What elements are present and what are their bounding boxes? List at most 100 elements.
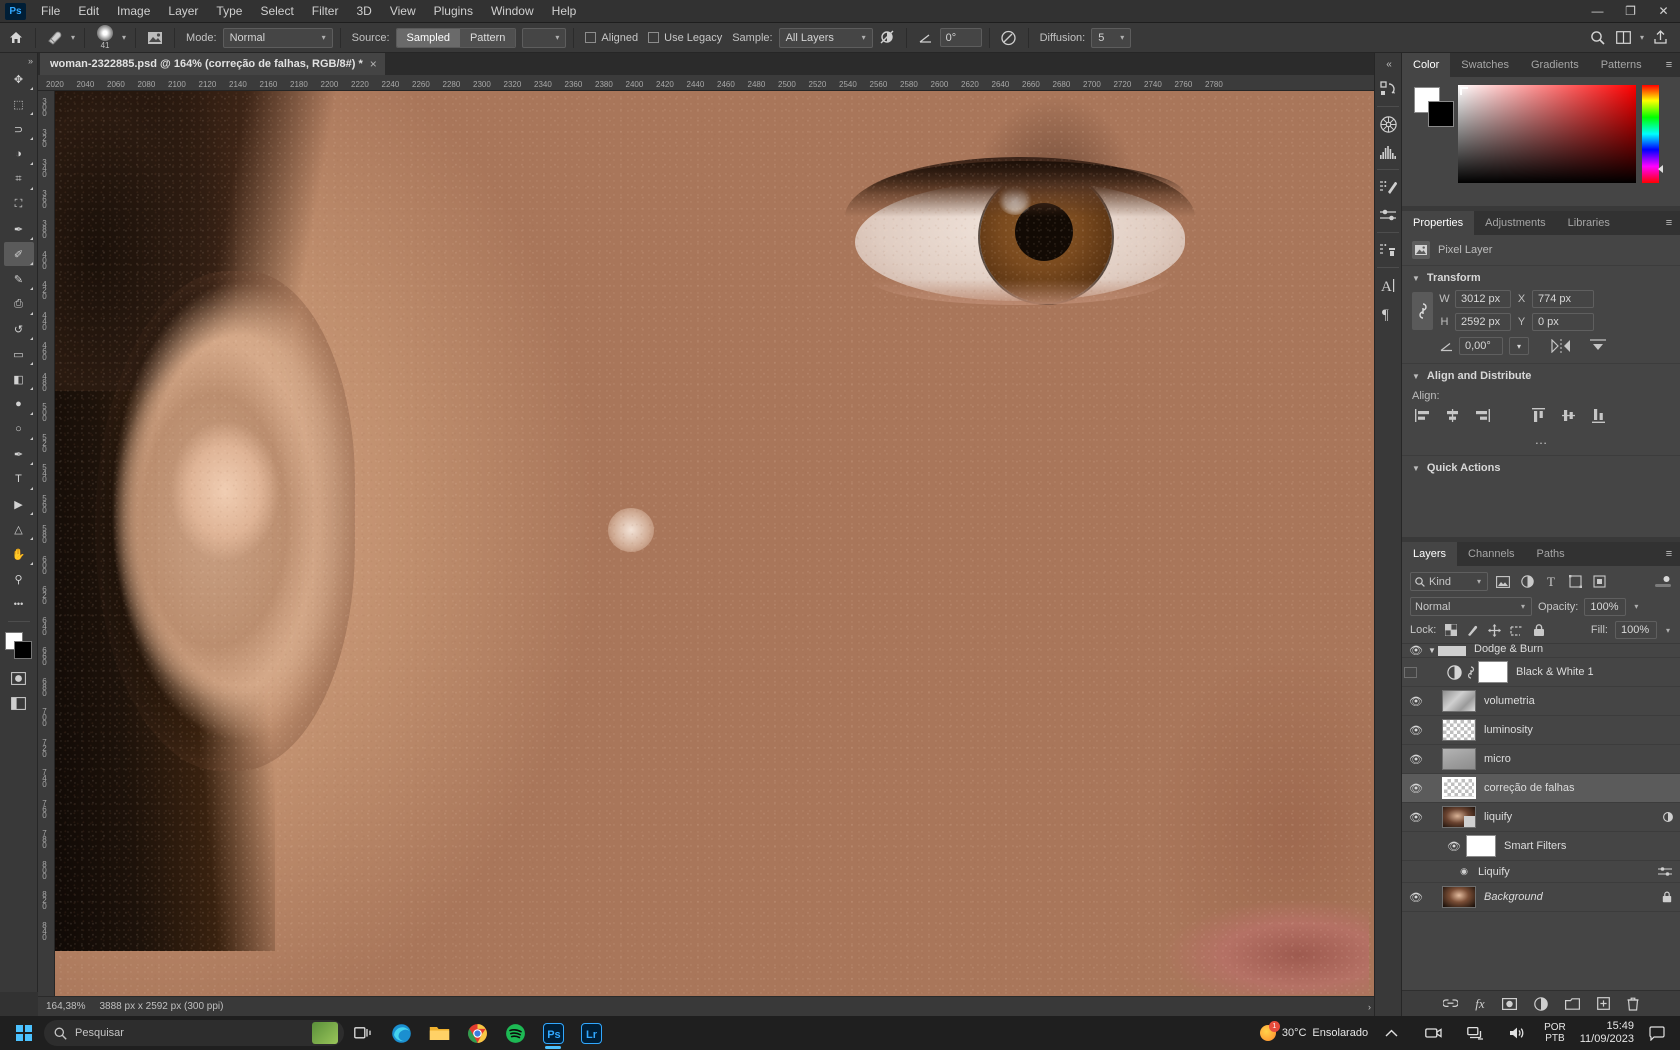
windows-start-icon[interactable]: [4, 1017, 44, 1049]
layer-visibility-toggle[interactable]: 👁: [1404, 724, 1428, 737]
new-layer-icon[interactable]: [1596, 997, 1610, 1010]
ignore-adjustment-layers-icon[interactable]: [875, 27, 899, 49]
new-adjustment-icon[interactable]: [1533, 996, 1548, 1011]
table-row[interactable]: 👁 Background: [1402, 883, 1680, 912]
quick-mask-button[interactable]: [4, 666, 34, 690]
close-icon[interactable]: ×: [370, 57, 377, 71]
filter-kind-select[interactable]: Kind ▾: [1410, 572, 1488, 591]
source-pattern-button[interactable]: Pattern: [459, 28, 516, 47]
path-selection-tool[interactable]: ▶: [4, 492, 34, 516]
table-row[interactable]: ◉ Liquify: [1402, 861, 1680, 883]
pen-tool[interactable]: ✒: [4, 442, 34, 466]
edge-icon[interactable]: [382, 1017, 420, 1049]
quick-actions-section-header[interactable]: ▼ Quick Actions: [1402, 455, 1680, 480]
type-tool[interactable]: T: [4, 467, 34, 491]
brush-preview[interactable]: 41: [92, 24, 118, 52]
link-icon[interactable]: [1464, 665, 1478, 679]
history-brush-tool[interactable]: ↺: [4, 317, 34, 341]
color-field[interactable]: [1458, 85, 1636, 183]
adjustment-filter-icon[interactable]: [1518, 573, 1536, 591]
menu-plugins[interactable]: Plugins: [425, 1, 482, 21]
delete-layer-icon[interactable]: [1627, 997, 1639, 1011]
use-legacy-checkbox[interactable]: Use Legacy: [644, 32, 726, 44]
flip-horizontal-icon[interactable]: [1551, 339, 1571, 353]
layer-visibility-toggle[interactable]: 👁: [1404, 695, 1428, 708]
blur-tool[interactable]: ●: [4, 392, 34, 416]
layer-visibility-toggle[interactable]: 👁: [1404, 811, 1428, 824]
zoom-level[interactable]: 164,38%: [46, 1001, 85, 1012]
table-row[interactable]: 👁 liquify: [1402, 803, 1680, 832]
shape-filter-icon[interactable]: [1566, 573, 1584, 591]
angle-field[interactable]: 0°: [939, 28, 982, 47]
table-row[interactable]: 👁 volumetria: [1402, 687, 1680, 716]
crop-tool[interactable]: ⌗: [4, 167, 34, 191]
rotation-field[interactable]: 0,00°: [1459, 337, 1503, 355]
smart-object-filter-icon[interactable]: [1590, 573, 1608, 591]
fill-field[interactable]: 100%: [1614, 621, 1657, 639]
panel-menu-icon[interactable]: ≡: [1658, 53, 1680, 77]
layer-thumbnail[interactable]: [1442, 806, 1476, 828]
color-swatches[interactable]: [4, 632, 33, 660]
brush-tool[interactable]: ✎: [4, 267, 34, 291]
pixel-filter-icon[interactable]: [1494, 573, 1512, 591]
height-field[interactable]: 2592 px: [1455, 313, 1511, 331]
eraser-tool[interactable]: ▭: [4, 342, 34, 366]
table-row[interactable]: 👁 correção de falhas: [1402, 774, 1680, 803]
spotify-icon[interactable]: [496, 1017, 534, 1049]
menu-image[interactable]: Image: [108, 1, 159, 21]
pattern-picker[interactable]: ▾: [522, 27, 567, 48]
layer-visibility-toggle[interactable]: 👁: [1404, 782, 1428, 795]
group-chevron-down-icon[interactable]: ▼: [1428, 646, 1438, 655]
table-row[interactable]: Black & White 1: [1402, 658, 1680, 687]
taskbar-search[interactable]: Pesquisar: [44, 1020, 344, 1046]
document-image[interactable]: [55, 91, 1379, 1005]
document-tab[interactable]: woman-2322885.psd @ 164% (correção de fa…: [40, 53, 386, 75]
lock-image-icon[interactable]: [1465, 623, 1480, 638]
share-icon[interactable]: [1648, 27, 1672, 49]
align-section-header[interactable]: ▼ Align and Distribute: [1402, 363, 1680, 388]
layer-visibility-toggle[interactable]: [1404, 666, 1428, 678]
menu-filter[interactable]: Filter: [303, 1, 348, 21]
align-more-icon[interactable]: …: [1402, 432, 1680, 455]
layer-visibility-toggle[interactable]: 👁: [1404, 753, 1428, 766]
opacity-field[interactable]: 100%: [1584, 597, 1627, 616]
collapse-panels-icon[interactable]: «: [1375, 56, 1403, 72]
lock-position-icon[interactable]: [1487, 623, 1502, 638]
tab-gradients[interactable]: Gradients: [1520, 53, 1590, 77]
layer-list[interactable]: 👁 ▼ Dodge & Burn Black & White 1 👁 volum…: [1402, 643, 1680, 990]
tab-layers[interactable]: Layers: [1402, 542, 1458, 566]
pressure-for-size-icon[interactable]: [997, 27, 1021, 49]
edit-toolbar-button[interactable]: •••: [4, 592, 34, 616]
move-tool[interactable]: ✥: [4, 67, 34, 91]
language-indicator[interactable]: POR PTB: [1540, 1022, 1570, 1044]
menu-help[interactable]: Help: [543, 1, 586, 21]
histogram-icon[interactable]: [1375, 138, 1401, 166]
mode-select[interactable]: Normal ▾: [222, 27, 333, 48]
paragraph-panel-icon[interactable]: ¶: [1375, 299, 1401, 327]
object-selection-tool[interactable]: ◑: [4, 142, 34, 166]
align-horizontal-center-icon[interactable]: [1442, 406, 1462, 424]
adjustments-icon[interactable]: [1375, 201, 1401, 229]
table-row[interactable]: 👁 micro: [1402, 745, 1680, 774]
transform-section-header[interactable]: ▼ Transform: [1402, 265, 1680, 290]
layer-mask-thumbnail[interactable]: [1478, 661, 1508, 683]
menu-view[interactable]: View: [381, 1, 425, 21]
align-bottom-icon[interactable]: [1588, 406, 1608, 424]
lock-artboard-icon[interactable]: [1509, 623, 1524, 638]
screen-mode-button[interactable]: [4, 691, 34, 715]
task-view-icon[interactable]: [344, 1017, 382, 1049]
filter-blending-options-icon[interactable]: [1658, 866, 1680, 877]
tab-channels[interactable]: Channels: [1457, 542, 1526, 566]
menu-file[interactable]: File: [32, 1, 69, 21]
tab-properties[interactable]: Properties: [1402, 211, 1475, 235]
layer-visibility-toggle[interactable]: 👁: [1404, 644, 1428, 657]
tab-color[interactable]: Color: [1402, 53, 1451, 77]
minimize-button[interactable]: —: [1581, 0, 1614, 23]
diffusion-select[interactable]: 5 ▾: [1091, 27, 1132, 48]
brush-settings-icon[interactable]: [1375, 173, 1401, 201]
lock-all-icon[interactable]: [1531, 623, 1546, 638]
close-button[interactable]: ✕: [1647, 0, 1680, 23]
tab-adjustments[interactable]: Adjustments: [1474, 211, 1557, 235]
align-right-icon[interactable]: [1472, 406, 1492, 424]
table-row[interactable]: 👁 Smart Filters: [1402, 832, 1680, 861]
